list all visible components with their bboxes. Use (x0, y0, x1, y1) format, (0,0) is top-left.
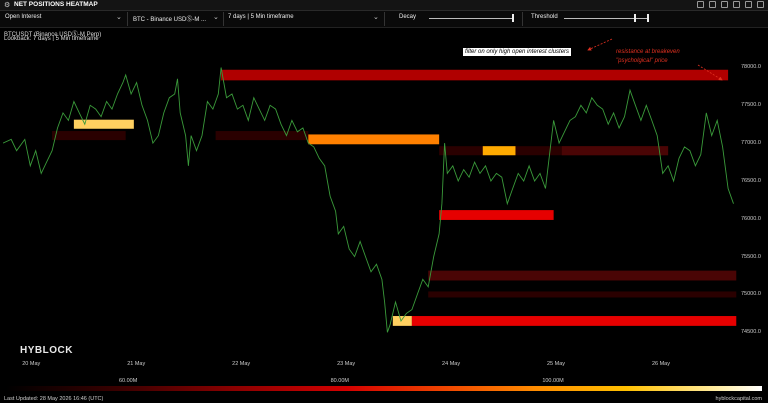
fullscreen-icon[interactable] (745, 1, 752, 8)
heatmap-cluster-11 (392, 316, 412, 326)
x-tick-label: 20 May (22, 361, 41, 367)
threshold-label: Threshold (531, 14, 558, 20)
x-tick-label: 25 May (547, 361, 566, 367)
colorbar-tick-label: 80.00M (330, 378, 349, 384)
annotation-filter: filter on only high open interest cluste… (463, 48, 572, 56)
symbol-select[interactable]: BTC - Binance USDⓈ-M ... (133, 14, 206, 23)
window-titlebar: ⚙ NET POSITIONS HEATMAP (0, 0, 768, 11)
heatmap-cluster-7 (561, 146, 669, 156)
y-tick-label: 76000.0 (741, 215, 761, 222)
annotation-arrows (587, 38, 723, 81)
camera-icon[interactable] (721, 1, 728, 8)
window-title: NET POSITIONS HEATMAP (14, 1, 98, 8)
site-link[interactable]: hyblockcapital.com (716, 396, 762, 402)
window-actions (697, 1, 764, 8)
chevron-down-icon[interactable]: ⌄ (373, 13, 379, 21)
heatmap-cluster-12 (411, 316, 737, 326)
colorbar-tick-label: 60.00M (118, 378, 138, 384)
controls-bar: Open Interest ⌄ BTC - Binance USDⓈ-M ...… (0, 11, 768, 28)
y-tick-label: 76500.0 (741, 177, 761, 184)
last-updated: Last Updated: 28 May 2026 16:46 (UTC) (4, 396, 104, 402)
colorbar-tick-label: 100.00M (542, 378, 564, 384)
decay-slider[interactable] (429, 18, 513, 19)
y-tick-label: 74500.0 (741, 329, 761, 336)
x-tick-label: 23 May (337, 361, 356, 367)
divider (223, 12, 224, 26)
heatmap-cluster-6 (482, 146, 516, 156)
gear-icon[interactable]: ⚙ (4, 1, 10, 9)
heatmap-plot (2, 67, 737, 333)
y-tick-label: 77500.0 (741, 102, 761, 109)
heatmap-cluster-4 (308, 134, 440, 145)
arrow-to-resistance (697, 64, 723, 81)
chevron-down-icon[interactable]: ⌄ (116, 13, 122, 21)
metric-select[interactable]: Open Interest (5, 14, 41, 20)
close-icon[interactable] (757, 1, 764, 8)
divider (127, 12, 128, 26)
colorbar (6, 386, 762, 391)
threshold-slider-handle-high[interactable] (647, 14, 649, 22)
x-tick-label: 26 May (651, 361, 670, 367)
heatmap-cluster-9 (428, 270, 737, 281)
y-tick-label: 78000.0 (741, 64, 761, 71)
x-tick-label: 22 May (232, 361, 251, 367)
y-tick-label: 75500.0 (741, 253, 761, 260)
watermark-logo: HYBLOCK (20, 345, 73, 356)
x-tick-label: 21 May (127, 361, 146, 367)
x-tick-label: 24 May (442, 361, 461, 367)
heatmap-cluster-10 (428, 291, 737, 298)
y-tick-label: 75000.0 (741, 291, 761, 298)
chevron-down-icon[interactable]: ⌄ (213, 13, 219, 21)
threshold-slider-handle-low[interactable] (634, 14, 636, 22)
y-tick-label: 77000.0 (741, 140, 761, 147)
heatmap-cluster-3 (215, 131, 309, 141)
divider (522, 12, 523, 26)
refresh-icon[interactable] (697, 1, 704, 8)
divider (384, 12, 385, 26)
lookback-select[interactable]: 7 days | 5 Min timeframe (228, 14, 294, 20)
download-icon[interactable] (733, 1, 740, 8)
heatmap-chart[interactable] (2, 41, 739, 355)
expand-icon[interactable] (709, 1, 716, 8)
heatmap-cluster-8 (439, 210, 554, 220)
heatmap-cluster-0 (52, 131, 126, 141)
decay-label: Decay (399, 14, 417, 20)
arrow-to-threshold (587, 38, 613, 51)
decay-slider-handle[interactable] (512, 14, 514, 22)
